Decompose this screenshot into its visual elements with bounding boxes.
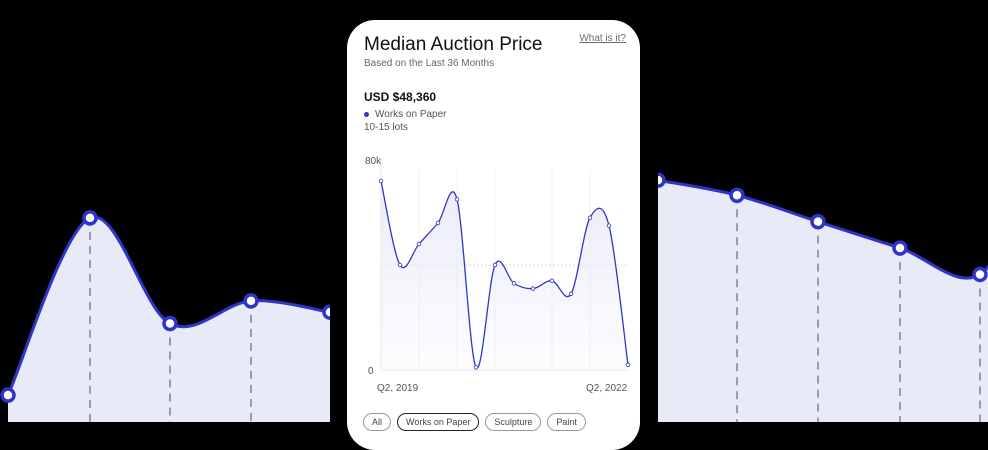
card-title: Median Auction Price: [364, 34, 543, 55]
tab-paint[interactable]: Paint: [547, 413, 586, 431]
x-tick-label-end: Q2, 2022: [586, 383, 628, 394]
data-point: [625, 362, 631, 367]
data-point: [729, 187, 745, 204]
median-price-value: USD $48,360: [364, 90, 437, 104]
legend-item: Works on Paper: [364, 109, 447, 120]
median-price-chart: 80k 0Q2, 2019 Q2, 2022: [365, 156, 631, 394]
data-point: [606, 223, 612, 228]
data-point: [892, 240, 908, 256]
data-point: [473, 365, 479, 370]
x-tick-label-start: Q2, 2019: [377, 383, 419, 394]
y-tick-label-zero: 0: [368, 366, 374, 377]
data-point: [82, 210, 98, 226]
category-tabs: All Works on Paper Sculpture Paint: [363, 413, 586, 431]
lots-count: 10-15 lots: [364, 122, 408, 133]
median-price-card: Median Auction Price What is it? Based o…: [347, 20, 640, 450]
data-point: [658, 172, 666, 188]
tab-sculpture[interactable]: Sculpture: [485, 413, 542, 431]
data-point: [492, 262, 498, 268]
data-point: [378, 178, 384, 184]
data-point: [397, 262, 403, 268]
legend-label: Works on Paper: [375, 109, 447, 120]
data-point: [530, 286, 536, 291]
what-is-it-link[interactable]: What is it?: [579, 33, 626, 44]
data-point: [972, 266, 988, 283]
background-chart-right: [658, 172, 988, 422]
data-point: [322, 304, 330, 320]
data-point: [810, 213, 826, 230]
data-point: [454, 197, 460, 202]
data-point: [435, 220, 441, 226]
legend-dot-icon: [364, 112, 369, 117]
data-point: [0, 387, 16, 403]
card-subtitle: Based on the Last 36 Months: [364, 58, 495, 69]
data-point: [587, 215, 593, 220]
y-tick-label-max: 80k: [365, 156, 382, 167]
data-point: [511, 281, 517, 286]
tab-all[interactable]: All: [363, 413, 392, 431]
data-point: [162, 315, 178, 332]
data-point: [568, 291, 574, 297]
data-point: [416, 241, 422, 247]
right-series-area: [658, 180, 988, 422]
tab-works-on-paper[interactable]: Works on Paper: [397, 413, 480, 431]
data-point: [549, 278, 555, 283]
series-area: [381, 181, 628, 370]
background-chart-left: [0, 210, 330, 422]
data-point: [243, 293, 259, 309]
